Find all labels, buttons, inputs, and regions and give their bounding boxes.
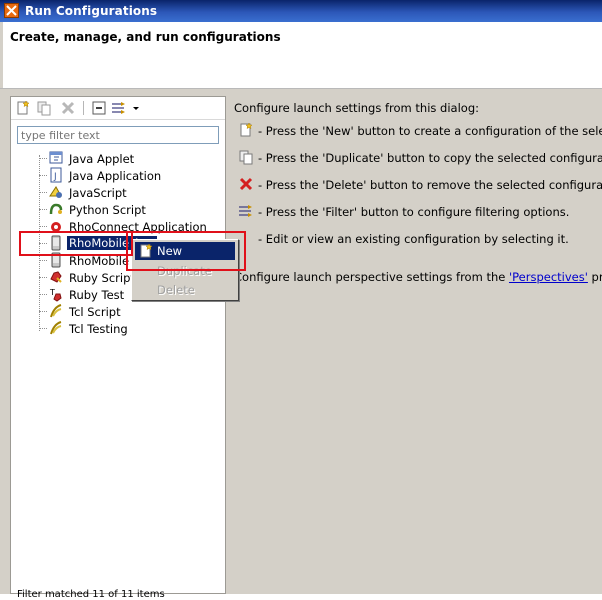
help-row-delete: - Press the 'Delete' button to remove th… [238,176,602,194]
tree-item-label: Ruby Script [69,271,135,285]
dialog-header: Create, manage, and run configurations [0,22,602,89]
menu-item-duplicate[interactable]: Duplicate [135,262,235,280]
delete-icon[interactable] [60,100,76,116]
tcl-script-icon [48,303,64,319]
rhoconnect-icon [48,218,64,234]
tree-item-label: RhoConnect Application [69,220,207,234]
tree-item-label: Tcl Script [69,305,121,319]
perspectives-text: Configure launch perspective settings fr… [234,270,602,284]
tree-item-label: Java Applet [69,152,135,166]
tree-item-label: JavaScript [69,186,127,200]
tree-item-label: Tcl Testing [69,322,128,336]
title-bar: Run Configurations [0,0,602,22]
tree-item-python-script[interactable]: Python Script [29,201,219,218]
new-config-icon [138,243,154,259]
java-applet-icon [48,150,64,166]
duplicate-icon [238,149,254,165]
help-row-duplicate: - Press the 'Duplicate' button to copy t… [238,149,602,167]
perspectives-prefix: Configure launch perspective settings fr… [234,270,509,284]
new-config-icon [238,122,254,138]
view-menu-icon[interactable] [131,100,141,116]
tree-item-label: Java Application [69,169,162,183]
menu-item-new[interactable]: New [135,242,235,260]
python-script-icon [48,201,64,217]
java-application-icon: J [48,167,64,183]
menu-item-label: Duplicate [157,264,212,278]
filter-status: Filter matched 11 of 11 items [17,589,165,600]
tree-item-label: Ruby Test [69,288,125,302]
configurations-tree-panel: Java Applet J Java Application JavaScrip… [10,96,226,600]
help-row-new: - Press the 'New' button to create a con… [238,122,602,140]
tree-item-tcl-testing[interactable]: Tcl Testing [29,320,219,337]
filter-input[interactable] [17,126,219,144]
help-text: - Press the 'Delete' button to remove th… [258,178,602,192]
collapse-all-icon[interactable] [91,100,107,116]
menu-item-label: New [157,244,183,258]
perspectives-suffix: preference page. [591,270,602,284]
header-edge [0,22,3,88]
help-text: - Press the 'Filter' button to configure… [258,205,570,219]
help-row-edit: - Edit or view an existing configuration… [238,230,602,248]
run-configurations-icon [4,3,19,18]
filter-icon [238,203,254,219]
duplicate-icon[interactable] [36,100,52,116]
intro-text: Configure launch settings from this dial… [234,101,479,115]
ruby-script-icon [48,269,64,285]
svg-text:J: J [53,172,57,182]
rhomobile-icon [48,235,64,251]
window-title: Run Configurations [25,4,158,18]
context-menu: New Duplicate Delete [131,239,239,301]
help-text: - Press the 'New' button to create a con… [258,124,602,138]
tree-item-java-applet[interactable]: Java Applet [29,150,219,167]
filter-icon[interactable] [111,100,127,116]
menu-item-label: Delete [157,283,195,297]
help-row-filter: - Press the 'Filter' button to configure… [238,203,602,221]
launch-settings-panel: Configure launch settings from this dial… [230,96,602,594]
tree-item-rhoconnect-application[interactable]: RhoConnect Application [29,218,219,235]
rhomobile-spec-icon [48,252,64,268]
tree-toolbar [11,97,225,120]
help-text: - Press the 'Duplicate' button to copy t… [258,151,602,165]
perspectives-link[interactable]: 'Perspectives' [509,270,588,284]
tree-item-javascript[interactable]: JavaScript [29,184,219,201]
tcl-testing-icon [48,320,64,336]
javascript-icon [48,184,64,200]
new-config-icon[interactable] [15,100,31,116]
ruby-test-icon: T [48,286,64,302]
menu-item-delete[interactable]: Delete [135,281,235,299]
tree-item-java-application[interactable]: J Java Application [29,167,219,184]
toolbar-separator [83,101,84,115]
delete-icon [238,176,254,192]
tree-item-label: Python Script [69,203,146,217]
dialog-heading: Create, manage, and run configurations [10,30,281,44]
svg-text:T: T [49,288,55,297]
help-text: - Edit or view an existing configuration… [258,232,569,246]
tree-item-tcl-script[interactable]: Tcl Script [29,303,219,320]
